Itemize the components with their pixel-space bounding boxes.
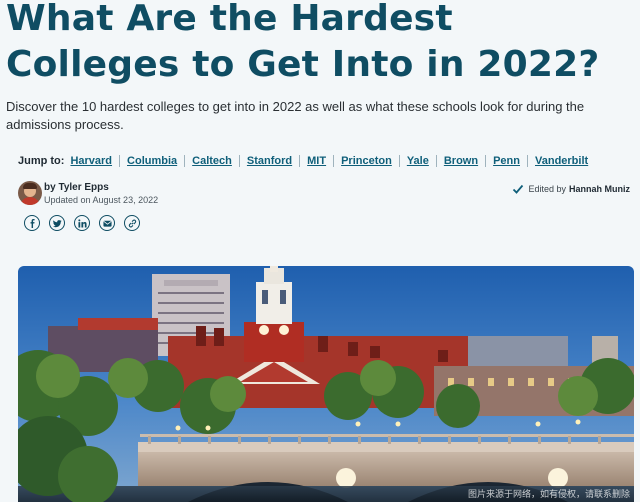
author-block: by Tyler Epps Updated on August 23, 2022… — [18, 181, 630, 211]
jump-link-brown[interactable]: Brown — [435, 155, 485, 167]
hero-image: 图片来源于网络，如有侵权，请联系删除 — [18, 266, 634, 502]
facebook-icon[interactable] — [24, 215, 40, 231]
jump-link-mit[interactable]: MIT — [299, 155, 333, 167]
editor-name[interactable]: Hannah Muniz — [569, 184, 630, 194]
page: What Are the Hardest Colleges to Get Int… — [0, 0, 640, 502]
edited-by-prefix: Edited by — [528, 184, 566, 194]
jump-link-stanford[interactable]: Stanford — [238, 155, 299, 167]
edited-by: Edited by Hannah Muniz — [512, 183, 630, 195]
link-icon[interactable] — [124, 215, 140, 231]
page-title: What Are the Hardest Colleges to Get Int… — [6, 0, 600, 85]
twitter-icon[interactable] — [49, 215, 65, 231]
harvard-campus-illustration — [18, 266, 634, 502]
jump-to-nav: Jump to: Harvard Columbia Caltech Stanfo… — [18, 152, 595, 170]
jump-link-caltech[interactable]: Caltech — [184, 155, 239, 167]
updated-date: Updated on August 23, 2022 — [44, 195, 159, 205]
jump-link-penn[interactable]: Penn — [485, 155, 527, 167]
author-avatar[interactable] — [18, 181, 42, 205]
jump-link-yale[interactable]: Yale — [398, 155, 436, 167]
linkedin-icon[interactable] — [74, 215, 90, 231]
image-watermark: 图片来源于网络，如有侵权，请联系删除 — [467, 490, 630, 500]
author-byline[interactable]: by Tyler Epps — [44, 181, 109, 195]
check-icon — [513, 184, 524, 194]
email-icon[interactable] — [99, 215, 115, 231]
jump-link-vanderbilt[interactable]: Vanderbilt — [527, 155, 595, 167]
jump-to-label: Jump to: — [18, 155, 65, 167]
jump-link-harvard[interactable]: Harvard — [68, 155, 119, 167]
jump-link-columbia[interactable]: Columbia — [119, 155, 184, 167]
jump-link-princeton[interactable]: Princeton — [333, 155, 399, 167]
article-description: Discover the 10 hardest colleges to get … — [6, 99, 585, 132]
social-share-bar — [24, 215, 140, 231]
